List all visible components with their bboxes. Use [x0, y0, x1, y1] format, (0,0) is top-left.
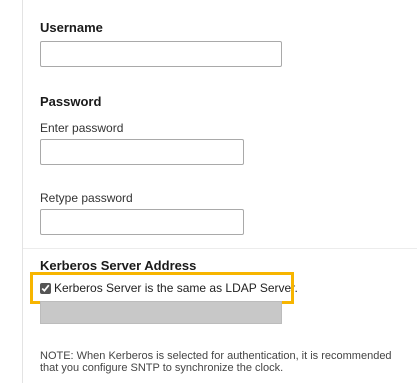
- section-divider: [23, 248, 417, 249]
- password-heading: Password: [40, 94, 102, 109]
- username-input[interactable]: [40, 41, 282, 67]
- kerberos-same-as-ldap-checkbox[interactable]: [40, 282, 51, 294]
- kerberos-same-as-ldap-label: Kerberos Server is the same as LDAP Serv…: [54, 281, 298, 295]
- enter-password-label: Enter password: [40, 121, 124, 135]
- kerberos-same-as-ldap-option[interactable]: Kerberos Server is the same as LDAP Serv…: [40, 281, 298, 295]
- retype-password-label: Retype password: [40, 191, 133, 205]
- enter-password-input[interactable]: [40, 139, 244, 165]
- username-heading: Username: [40, 20, 103, 35]
- retype-password-input[interactable]: [40, 209, 244, 235]
- left-divider: [22, 0, 23, 383]
- sntp-note: NOTE: When Kerberos is selected for auth…: [40, 350, 392, 374]
- kerberos-heading: Kerberos Server Address: [40, 258, 197, 273]
- kerberos-address-input: [40, 301, 282, 324]
